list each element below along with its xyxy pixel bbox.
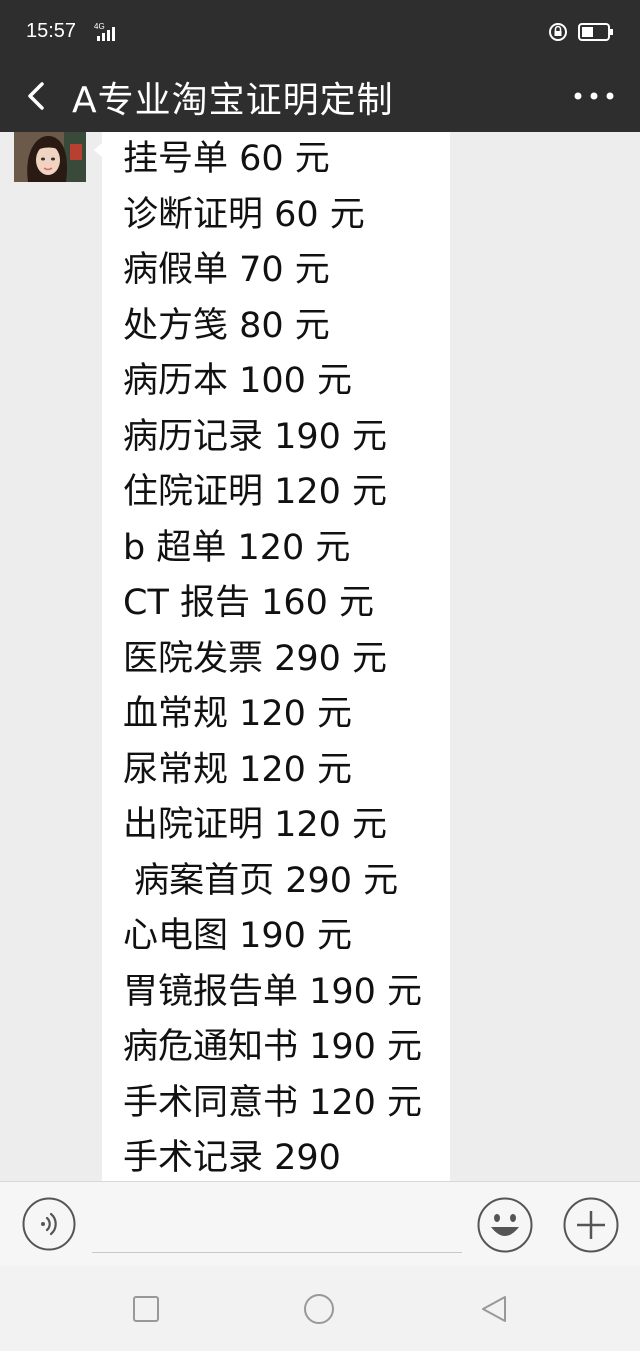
- status-bar: 15:57 4G: [0, 0, 640, 62]
- message-line: 手术同意书 120 元: [123, 1082, 423, 1123]
- alarm-lock-icon: [549, 23, 567, 41]
- battery-icon: [578, 23, 613, 41]
- recents-button[interactable]: [129, 1292, 163, 1326]
- plus-icon: [563, 1197, 619, 1253]
- voice-icon: [22, 1197, 76, 1251]
- back-button[interactable]: [18, 76, 54, 116]
- message-line: 病案首页 290 元: [123, 860, 399, 901]
- chevron-left-icon: [28, 82, 44, 110]
- more-button[interactable]: [572, 84, 616, 108]
- nav-back-button[interactable]: [477, 1292, 511, 1326]
- message-line: 病假单 70 元: [123, 250, 330, 290]
- back-triangle-icon: [482, 1296, 506, 1322]
- message-input[interactable]: [92, 1202, 462, 1253]
- chat-title: A专业淘宝证明定制: [72, 80, 394, 121]
- input-bar: [0, 1181, 640, 1266]
- status-time: 15:57: [26, 20, 77, 42]
- message-line: CT 报告 160 元: [123, 583, 374, 623]
- chat-area[interactable]: 挂号单 60 元诊断证明 60 元病假单 70 元处方笺 80 元病历本 100…: [0, 132, 640, 1181]
- chat-header: A专业淘宝证明定制: [0, 62, 640, 132]
- message-line: 病危通知书 190 元: [123, 1027, 423, 1067]
- message-line: 胃镜报告单 190 元: [123, 971, 423, 1012]
- avatar[interactable]: [14, 132, 86, 182]
- message-line: 出院证明 120 元: [123, 805, 388, 845]
- message-line: 心电图 190 元: [123, 916, 353, 956]
- message-line: 手术记录 290: [123, 1138, 341, 1178]
- more-dots-icon: [574, 92, 614, 100]
- status-right-icons: [548, 22, 614, 42]
- emoji-button[interactable]: [477, 1197, 533, 1253]
- system-navigation-bar: [0, 1266, 640, 1351]
- message-line: 住院证明 120 元: [123, 472, 388, 512]
- message-line: 挂号单 60 元: [123, 139, 330, 179]
- emoji-icon: [477, 1197, 533, 1253]
- message-line: 尿常规 120 元: [123, 749, 353, 790]
- recents-square-icon: [133, 1296, 159, 1322]
- network-label: 4G: [94, 22, 105, 31]
- message-line: b 超单 120 元: [123, 527, 351, 568]
- signal-icon: 4G: [94, 22, 120, 46]
- message-line: 医院发票 290 元: [123, 638, 388, 679]
- message-line: 病历记录 190 元: [123, 416, 388, 457]
- voice-button[interactable]: [22, 1197, 76, 1251]
- home-button[interactable]: [302, 1292, 336, 1326]
- message-line: 病历本 100 元: [123, 361, 353, 401]
- message-line: 诊断证明 60 元: [123, 194, 365, 235]
- home-circle-icon: [304, 1294, 334, 1324]
- message-text: 挂号单 60 元诊断证明 60 元病假单 70 元处方笺 80 元病历本 100…: [123, 132, 422, 1181]
- message-line: 血常规 120 元: [123, 694, 353, 734]
- message-line: 处方笺 80 元: [123, 305, 330, 346]
- more-functions-button[interactable]: [563, 1197, 619, 1253]
